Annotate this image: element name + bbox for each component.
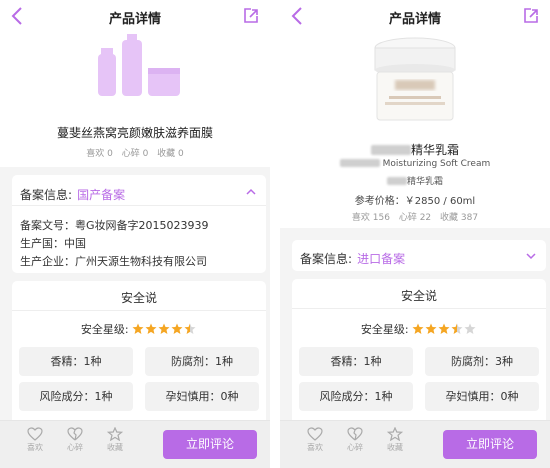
comment-button[interactable]: 立即评论 [163,430,257,459]
page-title: 产品详情 [108,12,161,27]
product-subname: 精华乳霜 [280,174,550,187]
star-outline-icon [107,427,123,441]
pregnancy-tile[interactable]: 孕妇慎用：0种 [145,382,259,411]
like-count: 喜欢 156 [351,213,390,223]
chevron-left-icon [11,7,22,25]
star-full-icon [438,323,450,334]
record-header[interactable]: 备案信息: 国产备案 [20,184,125,203]
record-value: 进口备案 [357,252,406,266]
broken-heart-icon [67,427,83,441]
right-screen: 产品详情 精华乳霜 Moisturizing Soft Cream 精华乳霜 参… [280,0,550,468]
bottom-bar: 喜欢 心碎 收藏 立即评论 [280,420,550,468]
dislike-button[interactable]: 心碎 [340,427,370,453]
fragrance-tile[interactable]: 香精：1种 [299,347,413,376]
risk-tile[interactable]: 风险成分：1种 [19,382,133,411]
safety-card: 安全说 安全星级: 香精：1种 防腐剂：3种 风险成分：1种 孕妇慎用：0种 [292,279,546,420]
safety-rating: 安全星级: [12,321,266,337]
redacted-sub [386,177,407,185]
pane-divider [270,0,280,468]
product-hero: 蔓斐丝燕窝亮颜嫩肤滋养面膜 喜欢 0 心碎 0 收藏 0 [0,32,270,167]
product-jar-image [374,37,456,121]
like-button[interactable]: 喜欢 [300,427,330,453]
star-full-icon [412,323,424,334]
star-outline-icon [387,427,403,441]
heart-icon [307,427,323,441]
chevron-up-icon[interactable] [246,187,256,197]
comment-button[interactable]: 立即评论 [443,430,537,459]
like-label: 喜欢 [27,443,43,452]
risk-tile[interactable]: 风险成分：1种 [299,382,413,411]
record-row: 生产国：中国 [20,237,86,250]
record-label: 备案信息: [20,188,73,202]
preservative-tile[interactable]: 防腐剂：1种 [145,347,259,376]
product-hero: 精华乳霜 Moisturizing Soft Cream 精华乳霜 参考价格：￥… [280,32,550,228]
record-label: 备案信息: [300,252,353,266]
preservative-tile[interactable]: 防腐剂：3种 [425,347,539,376]
star-half-icon [451,323,463,334]
star-full-icon [171,323,183,334]
product-name: 精华乳霜 [280,141,550,158]
fav-count: 收藏 0 [157,149,184,159]
share-icon[interactable] [242,7,260,25]
fav-button[interactable]: 收藏 [100,427,130,453]
fav-label: 收藏 [107,443,123,452]
divider [12,310,266,311]
fav-label: 收藏 [387,443,403,452]
record-row: 生产企业：广州天源生物科技有限公司 [20,255,207,268]
fav-button[interactable]: 收藏 [380,427,410,453]
page-title: 产品详情 [388,12,441,27]
dislike-count: 心碎 0 [121,149,149,159]
record-card: 备案信息: 国产备案 备案文号：粤G妆网备字2015023939 生产国：中国 … [12,175,266,273]
product-stats: 喜欢 156 心碎 22 收藏 387 [280,210,550,223]
nav-bar: 产品详情 [280,0,550,32]
star-full-icon [158,323,170,334]
product-placeholder-image [98,34,180,96]
product-name-en: Moisturizing Soft Cream [280,159,550,169]
divider [12,205,266,206]
redacted-brand [370,145,411,155]
pregnancy-tile[interactable]: 孕妇慎用：0种 [425,382,539,411]
like-label: 喜欢 [307,443,323,452]
star-half-icon [184,323,196,334]
chevron-down-icon[interactable] [526,251,536,261]
record-header: 备案信息: 进口备案 [300,248,405,267]
heart-icon [27,427,43,441]
star-full-icon [425,323,437,334]
back-button[interactable] [286,2,308,30]
like-button[interactable]: 喜欢 [20,427,50,453]
record-value: 国产备案 [77,188,126,202]
record-row: 备案文号：粤G妆网备字2015023939 [20,219,209,232]
divider [292,308,546,309]
star-full-icon [132,323,144,334]
star-rating [132,323,197,336]
star-empty-icon [464,323,476,334]
safety-title: 安全说 [120,291,157,305]
star-full-icon [145,323,157,334]
redacted-brand-en [339,159,380,167]
record-card[interactable]: 备案信息: 进口备案 [292,240,546,271]
dislike-count: 心碎 22 [398,213,432,223]
dislike-button[interactable]: 心碎 [60,427,90,453]
like-count: 喜欢 0 [86,149,113,159]
chevron-left-icon [291,7,302,25]
bottom-bar: 喜欢 心碎 收藏 立即评论 [0,420,270,468]
product-stats: 喜欢 0 心碎 0 收藏 0 [0,146,270,159]
rating-label: 安全星级: [360,323,409,336]
safety-card: 安全说 安全星级: 香精：1种 防腐剂：1种 风险成分：1种 孕妇慎用：0种 [12,281,266,420]
back-button[interactable] [6,2,28,30]
product-name: 蔓斐丝燕窝亮颜嫩肤滋养面膜 [56,126,213,140]
fragrance-tile[interactable]: 香精：1种 [19,347,133,376]
rating-label: 安全星级: [80,323,129,336]
reference-price: 参考价格：￥2850 / 60ml [354,196,476,207]
broken-heart-icon [347,427,363,441]
star-rating [412,323,477,336]
safety-title: 安全说 [400,289,437,303]
safety-rating: 安全星级: [292,321,546,337]
share-icon[interactable] [522,7,540,25]
left-screen: 产品详情 蔓斐丝燕窝亮颜嫩肤滋养面膜 喜欢 0 心碎 0 收藏 0 备案信息: … [0,0,270,468]
nav-bar: 产品详情 [0,0,270,32]
dislike-label: 心碎 [347,443,363,452]
dislike-label: 心碎 [67,443,83,452]
fav-count: 收藏 387 [440,213,479,223]
